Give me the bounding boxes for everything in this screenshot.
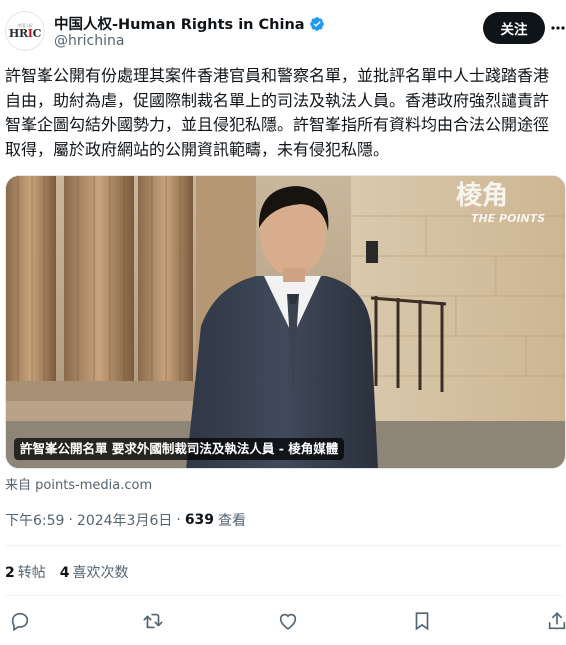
retweets-stat[interactable]: 2 转帖 [5, 562, 46, 582]
handle[interactable]: @hrichina [54, 33, 124, 49]
tweet: 中国人权 HRIC 中国人权-Human Rights in China @hr… [0, 0, 566, 645]
tweet-date[interactable]: 2024年3月6日 [77, 510, 172, 530]
likes-label: 喜欢次数 [72, 565, 129, 581]
reply-icon[interactable] [8, 609, 32, 633]
avatar-logo-text: HRIC [8, 26, 42, 40]
bookmark-icon[interactable] [410, 609, 434, 633]
verified-badge-icon [309, 16, 324, 31]
share-icon[interactable] [545, 609, 566, 633]
views-count: 639 [184, 512, 215, 528]
tweet-meta: 下午6:59 · 2024年3月6日 · 639 查看 [5, 510, 246, 530]
name-row: 中国人权-Human Rights in China [54, 13, 325, 34]
views-label: 查看 [218, 513, 247, 529]
action-bar [0, 609, 566, 637]
retweets-label: 转帖 [17, 565, 46, 581]
media-card[interactable]: 棱角 THE POINTS [5, 175, 566, 469]
more-icon[interactable] [551, 18, 565, 38]
sign-english: THE POINTS [471, 212, 545, 225]
divider [5, 595, 563, 596]
retweets-count: 2 [5, 565, 15, 581]
media-source[interactable]: 来自 points-media.com [5, 474, 152, 493]
avatar[interactable]: 中国人权 HRIC [5, 11, 45, 51]
meta-separator: · [176, 512, 181, 528]
retweet-icon[interactable] [141, 609, 165, 633]
display-name[interactable]: 中国人权-Human Rights in China [54, 13, 305, 34]
sign-chinese: 棱角 [456, 180, 508, 211]
tweet-time[interactable]: 下午6:59 [5, 510, 64, 530]
likes-stat[interactable]: 4 喜欢次数 [60, 562, 129, 582]
media-photo: 棱角 THE POINTS [6, 176, 565, 468]
engagement-stats: 2 转帖 4 喜欢次数 [5, 562, 129, 582]
tweet-text: 許智峯公開有份處理其案件香港官員和警察名單，並批評名單中人士踐踏香港自由，助紂為… [5, 66, 550, 159]
like-icon[interactable] [276, 609, 300, 633]
meta-separator: · [68, 512, 73, 528]
follow-button[interactable]: 关注 [483, 12, 545, 44]
divider [5, 545, 563, 546]
likes-count: 4 [59, 565, 70, 581]
media-caption: 許智峯公開名單 要求外國制裁司法及執法人員 - 棱角媒體 [14, 438, 345, 460]
